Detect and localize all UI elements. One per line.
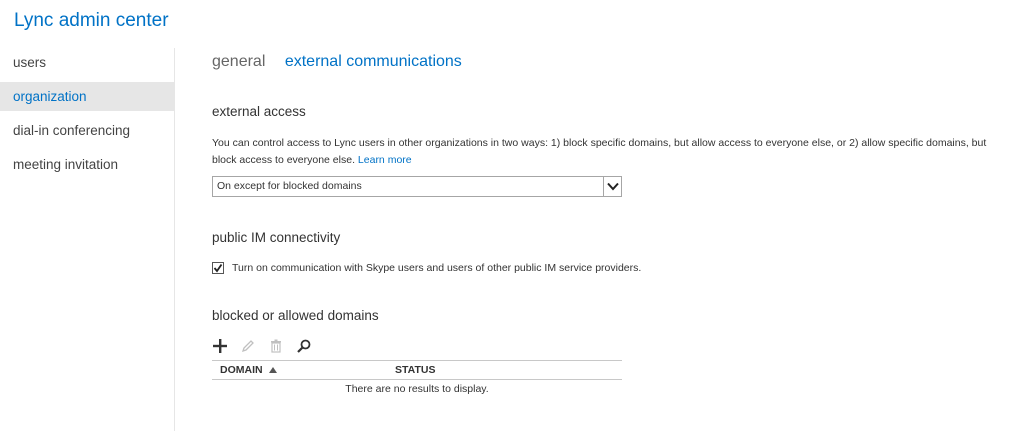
empty-results-message: There are no results to display. <box>345 383 489 395</box>
edit-icon[interactable] <box>240 338 256 354</box>
domains-grid-header: DOMAIN STATUS <box>212 360 622 380</box>
chevron-down-icon[interactable] <box>603 177 621 196</box>
tab-external-communications[interactable]: external communications <box>285 53 462 71</box>
main-content: general external communications external… <box>212 0 1012 431</box>
status-column-header[interactable]: STATUS <box>395 361 435 379</box>
search-icon[interactable] <box>296 338 312 354</box>
sort-ascending-icon <box>268 361 277 379</box>
tab-bar: general external communications <box>212 53 477 71</box>
tab-general[interactable]: general <box>212 53 265 71</box>
sidebar-item-meeting-invitation[interactable]: meeting invitation <box>0 150 174 179</box>
select-value: On except for blocked domains <box>217 180 362 192</box>
app-title: Lync admin center <box>14 10 169 31</box>
sidebar: users organization dial-in conferencing … <box>0 48 175 431</box>
sidebar-item-organization[interactable]: organization <box>0 82 174 111</box>
public-im-checkbox-row: Turn on communication with Skype users a… <box>212 261 641 275</box>
external-access-select[interactable]: On except for blocked domains <box>212 176 622 197</box>
sidebar-item-users[interactable]: users <box>0 48 174 77</box>
add-icon[interactable] <box>212 338 228 354</box>
public-im-checkbox-label: Turn on communication with Skype users a… <box>232 262 642 274</box>
public-im-heading: public IM connectivity <box>212 230 341 245</box>
domain-column-label: DOMAIN <box>220 364 263 376</box>
domains-toolbar <box>212 336 324 356</box>
public-im-checkbox[interactable] <box>212 262 224 274</box>
learn-more-link[interactable]: Learn more <box>358 154 412 166</box>
description-text: You can control access to Lync users in … <box>212 137 987 166</box>
external-access-description: You can control access to Lync users in … <box>212 135 1012 169</box>
delete-icon[interactable] <box>268 338 284 354</box>
domains-heading: blocked or allowed domains <box>212 308 379 323</box>
domain-column-header[interactable]: DOMAIN <box>220 361 277 379</box>
external-access-heading: external access <box>212 104 306 119</box>
sidebar-item-dial-in-conferencing[interactable]: dial-in conferencing <box>0 116 174 145</box>
